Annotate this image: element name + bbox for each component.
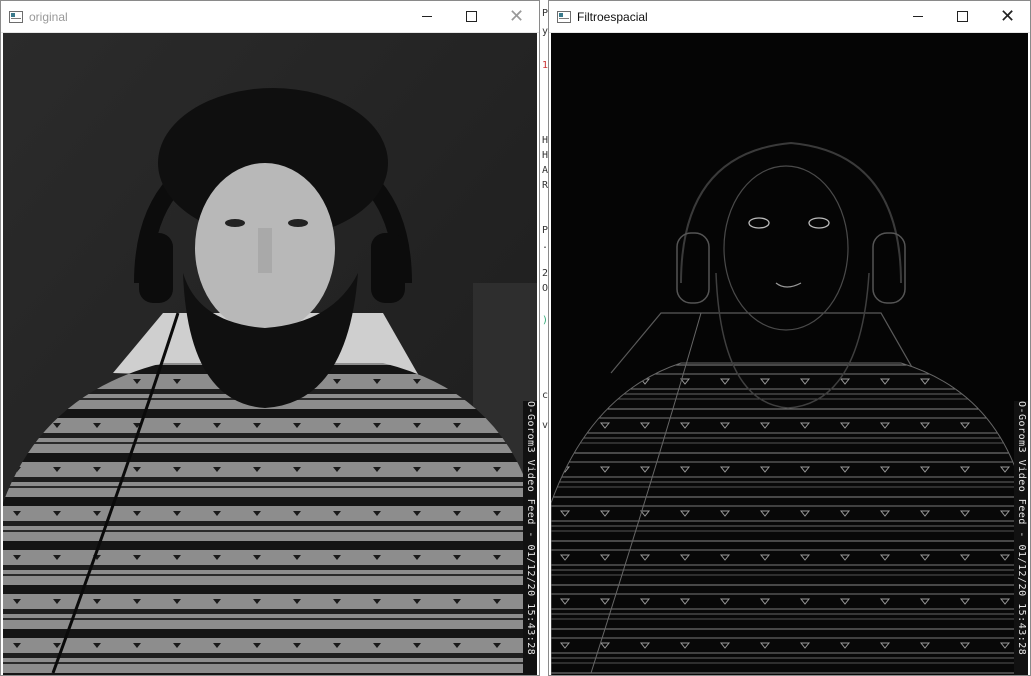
- close-icon: ✕: [508, 6, 525, 26]
- minimize-icon: [912, 16, 923, 17]
- window-filtroespacial[interactable]: Filtroespacial ✕ O-Gorom3 Video Feed - 0…: [548, 0, 1031, 676]
- close-button[interactable]: ✕: [985, 1, 1030, 32]
- edge-filtered-photo: [551, 33, 1028, 675]
- maximize-icon: [957, 11, 968, 22]
- minimize-button[interactable]: [404, 1, 449, 32]
- window-original[interactable]: original ✕ O-Gorom3 Video Feed - 01/12/2…: [0, 0, 540, 676]
- grayscale-photo: [3, 33, 537, 675]
- titlebar-filtroespacial[interactable]: Filtroespacial ✕: [549, 1, 1030, 33]
- app-window-icon: [9, 10, 23, 23]
- image-canvas-filtered: O-Gorom3 Video Feed - 01/12/20 15:43:28: [551, 33, 1028, 675]
- maximize-button[interactable]: [940, 1, 985, 32]
- image-canvas-original: O-Gorom3 Video Feed - 01/12/20 15:43:28: [3, 33, 537, 675]
- close-icon: ✕: [999, 6, 1016, 26]
- maximize-icon: [466, 11, 477, 22]
- maximize-button[interactable]: [449, 1, 494, 32]
- minimize-icon: [421, 16, 432, 17]
- window-title: Filtroespacial: [577, 9, 648, 24]
- titlebar-original[interactable]: original ✕: [1, 1, 539, 33]
- window-title: original: [29, 9, 68, 24]
- minimize-button[interactable]: [895, 1, 940, 32]
- video-feed-overlay-text: O-Gorom3 Video Feed - 01/12/20 15:43:28: [523, 401, 537, 675]
- video-feed-overlay-text: O-Gorom3 Video Feed - 01/12/20 15:43:28: [1014, 401, 1028, 675]
- app-window-icon: [557, 10, 571, 23]
- close-button[interactable]: ✕: [494, 1, 539, 32]
